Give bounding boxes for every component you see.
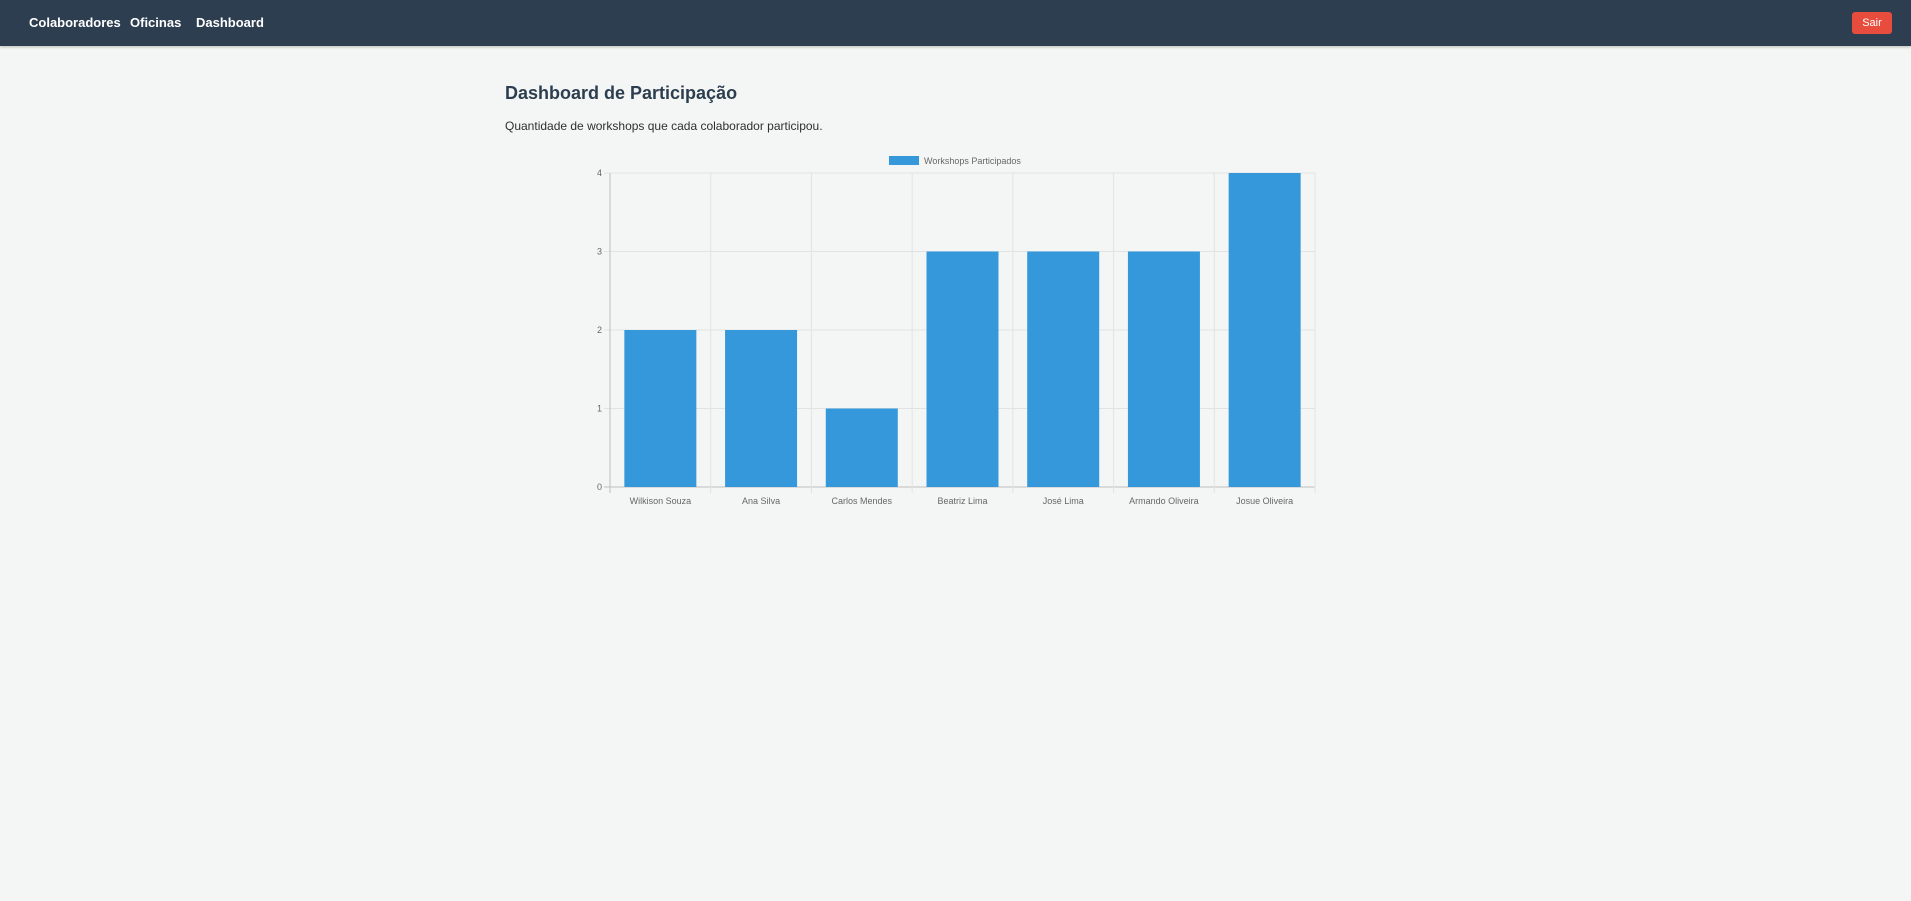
x-tick-label: Beatriz Lima [937, 496, 987, 506]
legend-swatch [889, 156, 919, 165]
x-tick-label: Ana Silva [742, 496, 780, 506]
y-tick-label: 1 [597, 404, 602, 414]
x-tick-label: Armando Oliveira [1129, 496, 1199, 506]
legend-label: Workshops Participados [924, 156, 1021, 166]
y-tick-label: 3 [597, 247, 602, 257]
bar-beatriz-lima [926, 251, 999, 487]
bar-jos-lima [1027, 251, 1100, 487]
y-tick-label: 4 [597, 168, 602, 178]
bar-josue-oliveira [1228, 173, 1301, 487]
y-tick-label: 2 [597, 325, 602, 335]
x-tick-label: Carlos Mendes [832, 496, 893, 506]
bar-carlos-mendes [825, 408, 898, 487]
bar-wilkison-souza [624, 330, 697, 487]
x-tick-label: Wilkison Souza [630, 496, 692, 506]
x-tick-label: Josue Oliveira [1236, 496, 1293, 506]
x-tick-label: José Lima [1043, 496, 1084, 506]
bar-ana-silva [725, 330, 798, 487]
participation-bar-chart: 0 1 2 3 4 Wilkison Souza Ana Silva Carlos Mende… [597, 156, 1316, 506]
bar-armando-oliveira [1127, 251, 1200, 487]
y-tick-label: 0 [597, 482, 602, 492]
